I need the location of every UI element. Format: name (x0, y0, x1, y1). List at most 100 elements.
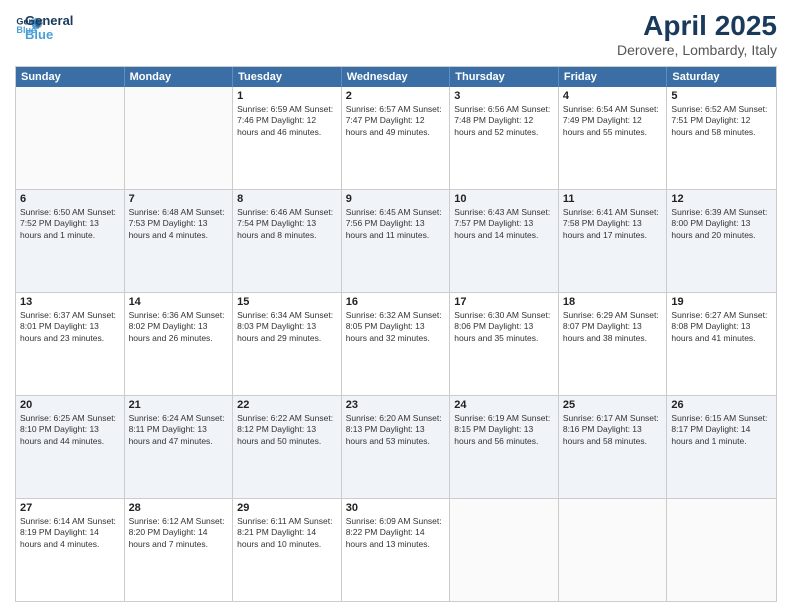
header-wednesday: Wednesday (342, 67, 451, 87)
day-info-22: Sunrise: 6:22 AM Sunset: 8:12 PM Dayligh… (237, 413, 337, 447)
day-number-15: 15 (237, 296, 337, 308)
day-info-1: Sunrise: 6:59 AM Sunset: 7:46 PM Dayligh… (237, 104, 337, 138)
day-number-20: 20 (20, 399, 120, 411)
logo-general: General (25, 14, 73, 28)
day-info-5: Sunrise: 6:52 AM Sunset: 7:51 PM Dayligh… (671, 104, 772, 138)
day-cell-1-4: 10Sunrise: 6:43 AM Sunset: 7:57 PM Dayli… (450, 190, 559, 292)
day-cell-1-5: 11Sunrise: 6:41 AM Sunset: 7:58 PM Dayli… (559, 190, 668, 292)
header-monday: Monday (125, 67, 234, 87)
day-info-25: Sunrise: 6:17 AM Sunset: 8:16 PM Dayligh… (563, 413, 663, 447)
day-info-20: Sunrise: 6:25 AM Sunset: 8:10 PM Dayligh… (20, 413, 120, 447)
day-info-13: Sunrise: 6:37 AM Sunset: 8:01 PM Dayligh… (20, 310, 120, 344)
day-info-18: Sunrise: 6:29 AM Sunset: 8:07 PM Dayligh… (563, 310, 663, 344)
page: General Blue General Blue April 2025 Der… (0, 0, 792, 612)
day-cell-0-4: 3 Sunrise: 6:56 AM Sunset: 7:48 PM Daylig… (450, 87, 559, 189)
calendar-header: Sunday Monday Tuesday Wednesday Thursday… (16, 67, 776, 87)
day-number-22: 22 (237, 399, 337, 411)
day-cell-2-4: 17 Sunrise: 6:30 AM Sunset: 8:06 PM Dayli… (450, 293, 559, 395)
day-cell-4-5 (559, 499, 668, 601)
day-info-19: Sunrise: 6:27 AM Sunset: 8:08 PM Dayligh… (671, 310, 772, 344)
day-cell-2-5: 18 Sunrise: 6:29 AM Sunset: 8:07 PM Dayli… (559, 293, 668, 395)
day-number-30: 30 (346, 502, 446, 514)
header-sunday: Sunday (16, 67, 125, 87)
day-cell-0-1 (125, 87, 234, 189)
day-number-6: 6 (20, 193, 120, 205)
day-cell-2-0: 13 Sunrise: 6:37 AM Sunset: 8:01 PM Dayli… (16, 293, 125, 395)
logo: General Blue General Blue (15, 10, 73, 43)
day-cell-3-3: 23 Sunrise: 6:20 AM Sunset: 8:13 PM Dayli… (342, 396, 451, 498)
day-cell-4-2: 29 Sunrise: 6:11 AM Sunset: 8:21 PM Dayli… (233, 499, 342, 601)
main-title: April 2025 (617, 10, 777, 42)
day-cell-1-0: 6 Sunrise: 6:50 AM Sunset: 7:52 PM Daylig… (16, 190, 125, 292)
day-number-7: 7 (129, 193, 229, 205)
day-cell-0-2: 1 Sunrise: 6:59 AM Sunset: 7:46 PM Daylig… (233, 87, 342, 189)
day-number-16: 16 (346, 296, 446, 308)
day-info-7: Sunrise: 6:48 AM Sunset: 7:53 PM Dayligh… (129, 207, 229, 241)
day-number-8: 8 (237, 193, 337, 205)
day-cell-4-0: 27Sunrise: 6:14 AM Sunset: 8:19 PM Dayli… (16, 499, 125, 601)
day-info-23: Sunrise: 6:20 AM Sunset: 8:13 PM Dayligh… (346, 413, 446, 447)
day-info-29: Sunrise: 6:11 AM Sunset: 8:21 PM Dayligh… (237, 516, 337, 550)
day-cell-4-6 (667, 499, 776, 601)
subtitle: Derovere, Lombardy, Italy (617, 42, 777, 58)
day-number-27: 27 (20, 502, 120, 514)
day-number-29: 29 (237, 502, 337, 514)
day-cell-4-4 (450, 499, 559, 601)
day-info-15: Sunrise: 6:34 AM Sunset: 8:03 PM Dayligh… (237, 310, 337, 344)
day-info-24: Sunrise: 6:19 AM Sunset: 8:15 PM Dayligh… (454, 413, 554, 447)
day-cell-0-0 (16, 87, 125, 189)
day-number-14: 14 (129, 296, 229, 308)
day-cell-3-5: 25 Sunrise: 6:17 AM Sunset: 8:16 PM Dayli… (559, 396, 668, 498)
day-info-21: Sunrise: 6:24 AM Sunset: 8:11 PM Dayligh… (129, 413, 229, 447)
day-number-1: 1 (237, 90, 337, 102)
calendar: Sunday Monday Tuesday Wednesday Thursday… (15, 66, 777, 602)
day-number-23: 23 (346, 399, 446, 411)
calendar-body: 1 Sunrise: 6:59 AM Sunset: 7:46 PM Daylig… (16, 87, 776, 601)
day-cell-1-1: 7 Sunrise: 6:48 AM Sunset: 7:53 PM Daylig… (125, 190, 234, 292)
day-cell-3-1: 21 Sunrise: 6:24 AM Sunset: 8:11 PM Dayli… (125, 396, 234, 498)
day-cell-4-3: 30 Sunrise: 6:09 AM Sunset: 8:22 PM Dayli… (342, 499, 451, 601)
day-info-4: Sunrise: 6:54 AM Sunset: 7:49 PM Dayligh… (563, 104, 663, 138)
day-number-11: 11 (563, 193, 663, 205)
day-cell-2-3: 16 Sunrise: 6:32 AM Sunset: 8:05 PM Dayli… (342, 293, 451, 395)
header-friday: Friday (559, 67, 668, 87)
day-number-18: 18 (563, 296, 663, 308)
day-info-12: Sunrise: 6:39 AM Sunset: 8:00 PM Dayligh… (671, 207, 772, 241)
day-cell-0-5: 4 Sunrise: 6:54 AM Sunset: 7:49 PM Daylig… (559, 87, 668, 189)
day-info-16: Sunrise: 6:32 AM Sunset: 8:05 PM Dayligh… (346, 310, 446, 344)
day-info-2: Sunrise: 6:57 AM Sunset: 7:47 PM Dayligh… (346, 104, 446, 138)
day-number-21: 21 (129, 399, 229, 411)
header-tuesday: Tuesday (233, 67, 342, 87)
day-cell-2-2: 15 Sunrise: 6:34 AM Sunset: 8:03 PM Dayli… (233, 293, 342, 395)
day-number-13: 13 (20, 296, 120, 308)
header: General Blue General Blue April 2025 Der… (15, 10, 777, 58)
day-cell-3-4: 24 Sunrise: 6:19 AM Sunset: 8:15 PM Dayli… (450, 396, 559, 498)
day-info-30: Sunrise: 6:09 AM Sunset: 8:22 PM Dayligh… (346, 516, 446, 550)
day-cell-0-6: 5 Sunrise: 6:52 AM Sunset: 7:51 PM Daylig… (667, 87, 776, 189)
header-thursday: Thursday (450, 67, 559, 87)
day-info-10: Sunrise: 6:43 AM Sunset: 7:57 PM Dayligh… (454, 207, 554, 241)
week-row-1: 6 Sunrise: 6:50 AM Sunset: 7:52 PM Daylig… (16, 189, 776, 292)
day-number-17: 17 (454, 296, 554, 308)
day-cell-2-6: 19Sunrise: 6:27 AM Sunset: 8:08 PM Dayli… (667, 293, 776, 395)
day-cell-3-0: 20 Sunrise: 6:25 AM Sunset: 8:10 PM Dayli… (16, 396, 125, 498)
day-info-8: Sunrise: 6:46 AM Sunset: 7:54 PM Dayligh… (237, 207, 337, 241)
day-cell-1-2: 8 Sunrise: 6:46 AM Sunset: 7:54 PM Daylig… (233, 190, 342, 292)
day-number-24: 24 (454, 399, 554, 411)
day-number-5: 5 (671, 90, 772, 102)
day-number-25: 25 (563, 399, 663, 411)
week-row-2: 13 Sunrise: 6:37 AM Sunset: 8:01 PM Dayli… (16, 292, 776, 395)
day-cell-0-3: 2Sunrise: 6:57 AM Sunset: 7:47 PM Daylig… (342, 87, 451, 189)
day-cell-2-1: 14 Sunrise: 6:36 AM Sunset: 8:02 PM Dayli… (125, 293, 234, 395)
day-info-14: Sunrise: 6:36 AM Sunset: 8:02 PM Dayligh… (129, 310, 229, 344)
day-info-17: Sunrise: 6:30 AM Sunset: 8:06 PM Dayligh… (454, 310, 554, 344)
day-info-6: Sunrise: 6:50 AM Sunset: 7:52 PM Dayligh… (20, 207, 120, 241)
title-block: April 2025 Derovere, Lombardy, Italy (617, 10, 777, 58)
day-info-26: Sunrise: 6:15 AM Sunset: 8:17 PM Dayligh… (671, 413, 772, 447)
week-row-3: 20 Sunrise: 6:25 AM Sunset: 8:10 PM Dayli… (16, 395, 776, 498)
header-saturday: Saturday (667, 67, 776, 87)
day-number-4: 4 (563, 90, 663, 102)
day-number-3: 3 (454, 90, 554, 102)
day-info-3: Sunrise: 6:56 AM Sunset: 7:48 PM Dayligh… (454, 104, 554, 138)
day-cell-3-6: 26Sunrise: 6:15 AM Sunset: 8:17 PM Dayli… (667, 396, 776, 498)
